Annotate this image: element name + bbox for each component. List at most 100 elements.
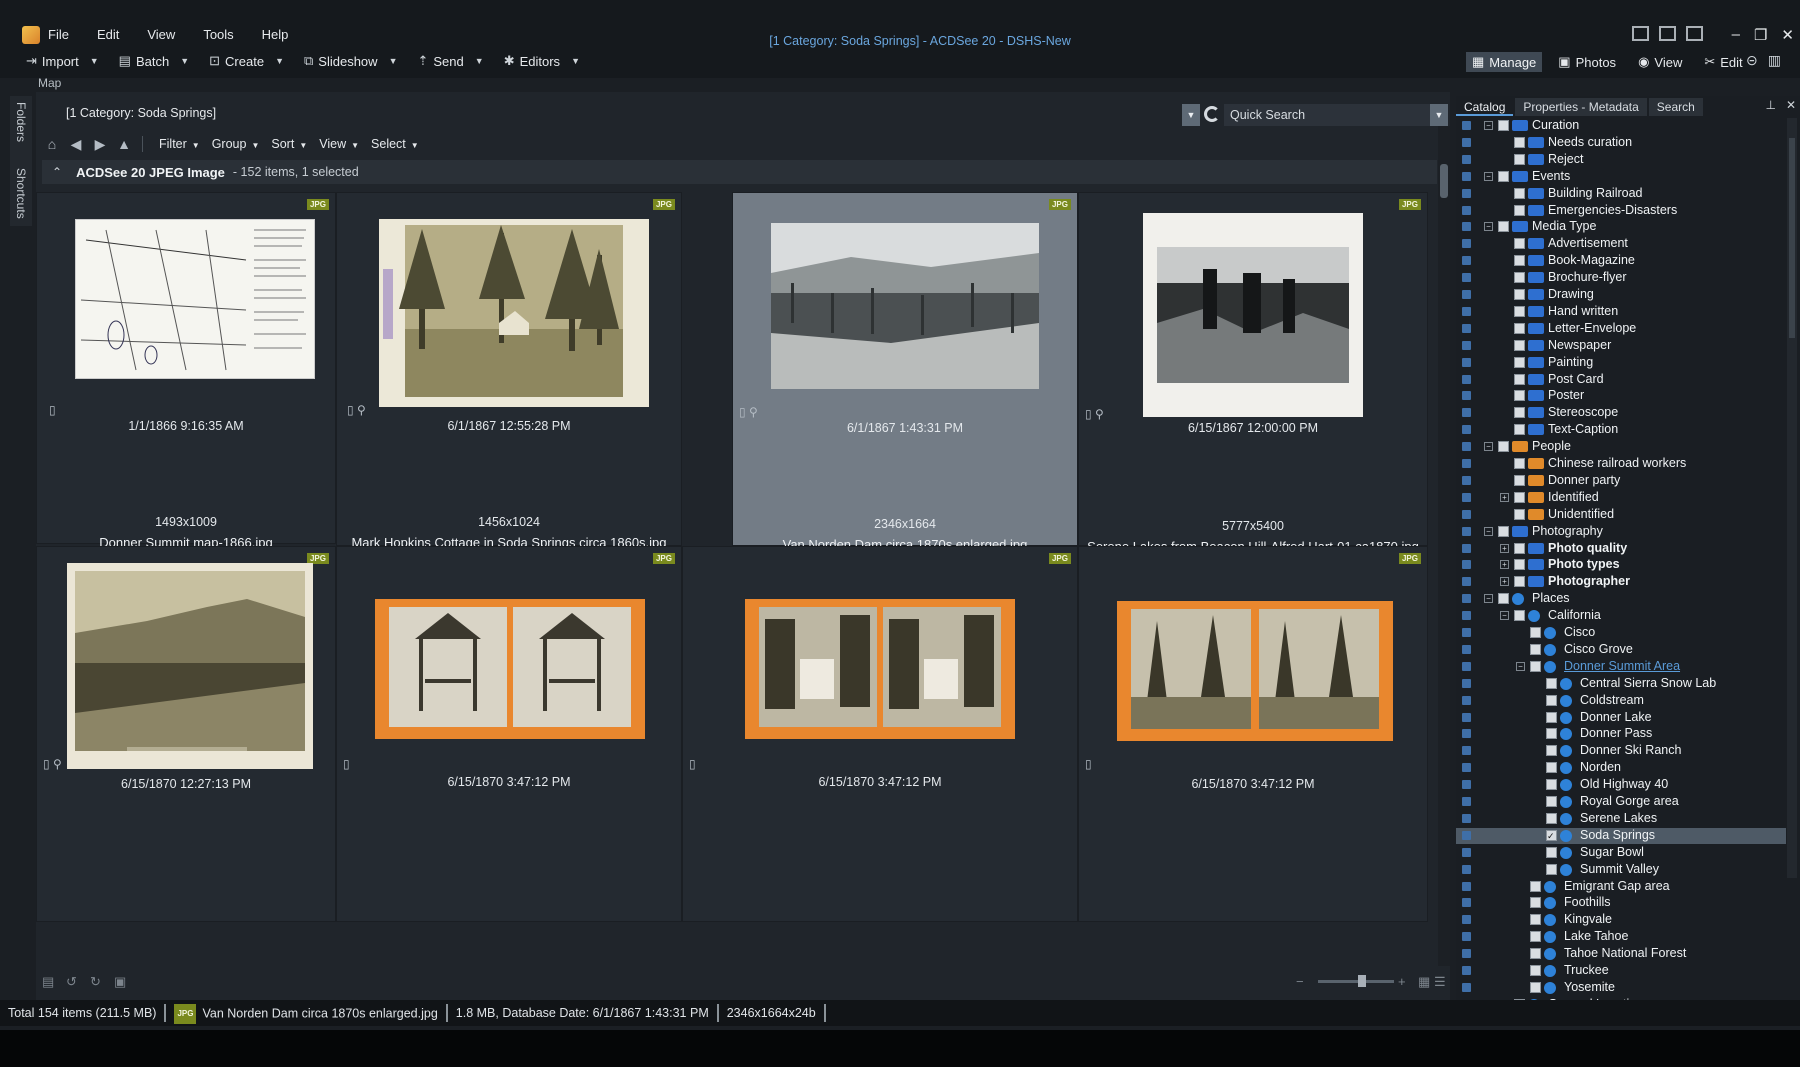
thumbnail-tile[interactable]: JPG ▯ ⚲ 6/15/1870 12:27:13 PM	[36, 546, 336, 922]
tree-item[interactable]: Summit Valley	[1456, 862, 1786, 878]
category-checkbox[interactable]	[1514, 474, 1525, 486]
tree-item[interactable]: Building Railroad	[1456, 186, 1786, 202]
category-checkbox[interactable]	[1546, 796, 1557, 807]
layout-right-icon[interactable]	[1686, 26, 1703, 41]
category-checkbox[interactable]	[1530, 931, 1541, 943]
category-checkbox[interactable]	[1546, 846, 1557, 858]
tree-item[interactable]: Emergencies-Disasters	[1456, 203, 1786, 219]
thumbnail-tile[interactable]: JPG ▯ ⚲ 6/1/1867 1:43:31 PM 2346x1664 Va…	[732, 192, 1078, 552]
expand-icon[interactable]: +	[1500, 492, 1509, 502]
tree-item[interactable]: Advertisement	[1456, 236, 1786, 252]
tree-item[interactable]: Text-Caption	[1456, 422, 1786, 438]
collapse-icon[interactable]: −	[1484, 442, 1493, 452]
category-checkbox[interactable]	[1530, 948, 1541, 960]
tree-item[interactable]: − Photography	[1456, 524, 1786, 540]
zoom-in-icon[interactable]: +	[1398, 974, 1406, 989]
tree-item[interactable]: Cisco Grove	[1456, 642, 1786, 658]
tree-item[interactable]: Donner party	[1456, 473, 1786, 489]
thumbnail-tile[interactable]: JPG	[336, 192, 682, 550]
send-button[interactable]: ⇡ Send ▼	[417, 53, 483, 69]
collapse-icon[interactable]: −	[1484, 171, 1493, 181]
close-icon[interactable]: ✕	[1786, 98, 1796, 112]
category-checkbox[interactable]	[1514, 542, 1525, 554]
tree-item[interactable]: + Photo quality	[1456, 541, 1786, 557]
editors-button[interactable]: ✱ Editors ▼	[504, 53, 580, 69]
tree-item[interactable]: + Photographer	[1456, 574, 1786, 590]
tree-item[interactable]: Central Sierra Snow Lab	[1456, 676, 1786, 692]
collapse-icon[interactable]: −	[1484, 526, 1493, 536]
collapse-icon[interactable]: −	[1500, 611, 1509, 621]
mode-view[interactable]: ◉ View	[1632, 52, 1688, 72]
category-checkbox[interactable]	[1514, 407, 1525, 419]
category-checkbox[interactable]	[1498, 221, 1509, 233]
rotate-left-icon[interactable]: ↺	[66, 974, 77, 990]
tree-item[interactable]: Post Card	[1456, 372, 1786, 388]
category-checkbox[interactable]	[1514, 255, 1525, 267]
tree-item[interactable]: Letter-Envelope	[1456, 321, 1786, 337]
up-icon[interactable]: ▲	[116, 136, 132, 152]
category-checkbox[interactable]	[1530, 914, 1541, 926]
expand-icon[interactable]: +	[1500, 560, 1509, 570]
tab-search[interactable]: Search	[1648, 98, 1703, 116]
tree-item[interactable]: Donner Pass	[1456, 726, 1786, 742]
category-checkbox[interactable]	[1530, 627, 1541, 638]
tree-item[interactable]: Poster	[1456, 388, 1786, 404]
collapse-icon[interactable]: −	[1516, 661, 1525, 671]
chevron-down-icon[interactable]: ▼	[1430, 104, 1448, 126]
tree-item[interactable]: − California	[1456, 608, 1786, 624]
zoom-slider-handle[interactable]	[1358, 975, 1366, 987]
pin-icon[interactable]: ⊥	[1765, 98, 1775, 112]
tree-item[interactable]: Royal Gorge area	[1456, 794, 1786, 810]
dashboard-icon[interactable]: ▥	[1768, 52, 1781, 69]
category-checkbox[interactable]: ✓	[1546, 829, 1557, 841]
category-checkbox[interactable]	[1514, 272, 1525, 284]
category-checkbox[interactable]	[1546, 711, 1557, 723]
tree-scrollbar[interactable]	[1787, 118, 1797, 878]
tree-item[interactable]: Lake Tahoe	[1456, 929, 1786, 945]
collapse-icon[interactable]: −	[1484, 222, 1493, 232]
category-checkbox[interactable]	[1514, 356, 1525, 368]
tree-item[interactable]: Painting	[1456, 355, 1786, 371]
zoom-out-icon[interactable]: −	[1296, 974, 1304, 989]
expand-icon[interactable]: +	[1500, 577, 1509, 587]
tree-item[interactable]: − Events	[1456, 169, 1786, 185]
restore-button[interactable]: ❐	[1754, 26, 1767, 44]
tree-item[interactable]: − Media Type	[1456, 219, 1786, 235]
category-checkbox[interactable]	[1498, 170, 1509, 182]
refresh-icon[interactable]	[1204, 106, 1220, 122]
category-checkbox[interactable]	[1514, 390, 1525, 402]
tree-item[interactable]: Yosemite	[1456, 980, 1786, 996]
import-button[interactable]: ⇥ Import ▼	[26, 53, 99, 69]
layout-left-icon[interactable]	[1632, 26, 1649, 41]
thumbnail-tile[interactable]: JPG ▯ 6/15/1870 3:47:12 PM	[336, 546, 682, 922]
scrollbar-thumb[interactable]	[1789, 138, 1795, 338]
home-icon[interactable]: ⌂	[44, 136, 60, 152]
thumbnail-view-icon[interactable]: ▦	[1418, 974, 1430, 990]
category-checkbox[interactable]	[1546, 779, 1557, 791]
category-checkbox[interactable]	[1498, 441, 1509, 453]
tree-item[interactable]: Foothills	[1456, 895, 1786, 911]
category-checkbox[interactable]	[1514, 508, 1525, 520]
category-checkbox[interactable]	[1530, 897, 1541, 909]
close-button[interactable]: ✕	[1781, 26, 1794, 44]
tree-item[interactable]: Sugar Bowl	[1456, 845, 1786, 861]
rotate-right-icon[interactable]: ↻	[90, 974, 101, 990]
tree-item[interactable]: − Curation	[1456, 118, 1786, 134]
category-checkbox[interactable]	[1530, 981, 1541, 993]
sort-menu[interactable]: Sort ▼	[271, 137, 307, 151]
tree-item[interactable]: Truckee	[1456, 963, 1786, 979]
browser-scrollbar[interactable]	[1438, 126, 1450, 966]
category-checkbox[interactable]	[1498, 593, 1509, 605]
category-checkbox[interactable]	[1514, 322, 1525, 334]
view-menu[interactable]: View ▼	[319, 137, 359, 151]
tree-item[interactable]: Cisco	[1456, 625, 1786, 641]
select-menu[interactable]: Select ▼	[371, 137, 419, 151]
group-header[interactable]: ⌃ ACDSee 20 JPEG Image - 152 items, 1 se…	[42, 160, 1437, 184]
minimize-button[interactable]: –	[1732, 26, 1740, 44]
tree-item[interactable]: Emigrant Gap area	[1456, 879, 1786, 895]
category-checkbox[interactable]	[1514, 305, 1525, 317]
back-icon[interactable]: ◀	[68, 136, 84, 153]
tree-item[interactable]: Kingvale	[1456, 912, 1786, 928]
category-checkbox[interactable]	[1546, 812, 1557, 824]
tab-shortcuts[interactable]: Shortcuts	[14, 168, 28, 219]
